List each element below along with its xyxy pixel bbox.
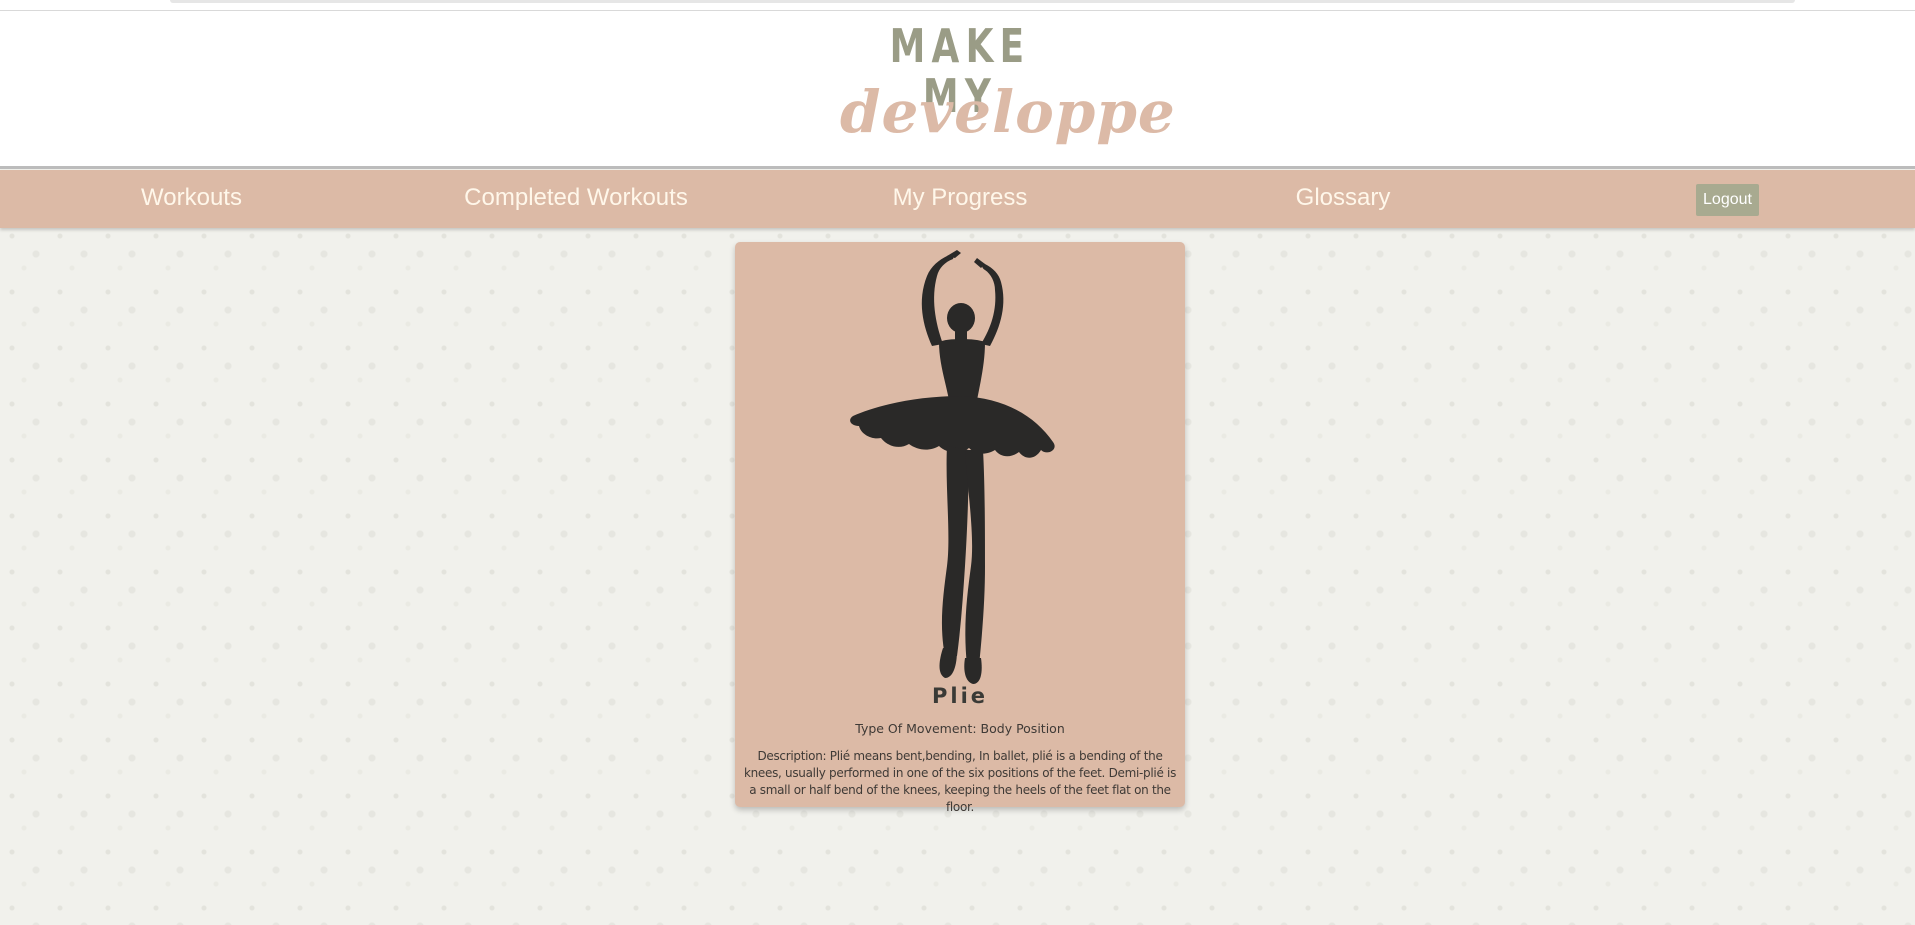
- logo-line-2: developpe: [840, 78, 1176, 146]
- horizontal-scrollbar[interactable]: [170, 0, 1795, 3]
- nav-link-my-progress[interactable]: My Progress: [880, 178, 1040, 218]
- browser-top-strip: [0, 0, 1915, 11]
- movement-card: Plie Type Of Movement: Body Position Des…: [735, 242, 1185, 814]
- movement-type: Type Of Movement: Body Position: [855, 721, 1065, 736]
- main-nav: Workouts Completed Workouts My Progress …: [0, 170, 1915, 228]
- site-header: MAKE MY developpe: [0, 11, 1915, 169]
- site-logo[interactable]: MAKE MY developpe: [840, 17, 1176, 157]
- nav-link-completed-workouts[interactable]: Completed Workouts: [455, 178, 697, 218]
- movement-title: Plie: [931, 684, 989, 708]
- nav-link-workouts[interactable]: Workouts: [110, 178, 273, 218]
- logout-button[interactable]: Logout: [1696, 184, 1759, 216]
- ballerina-silhouette-icon: [850, 250, 1055, 684]
- nav-link-glossary[interactable]: Glossary: [1290, 178, 1396, 218]
- movement-description: Description: Plié means bent,bending, In…: [743, 749, 1177, 814]
